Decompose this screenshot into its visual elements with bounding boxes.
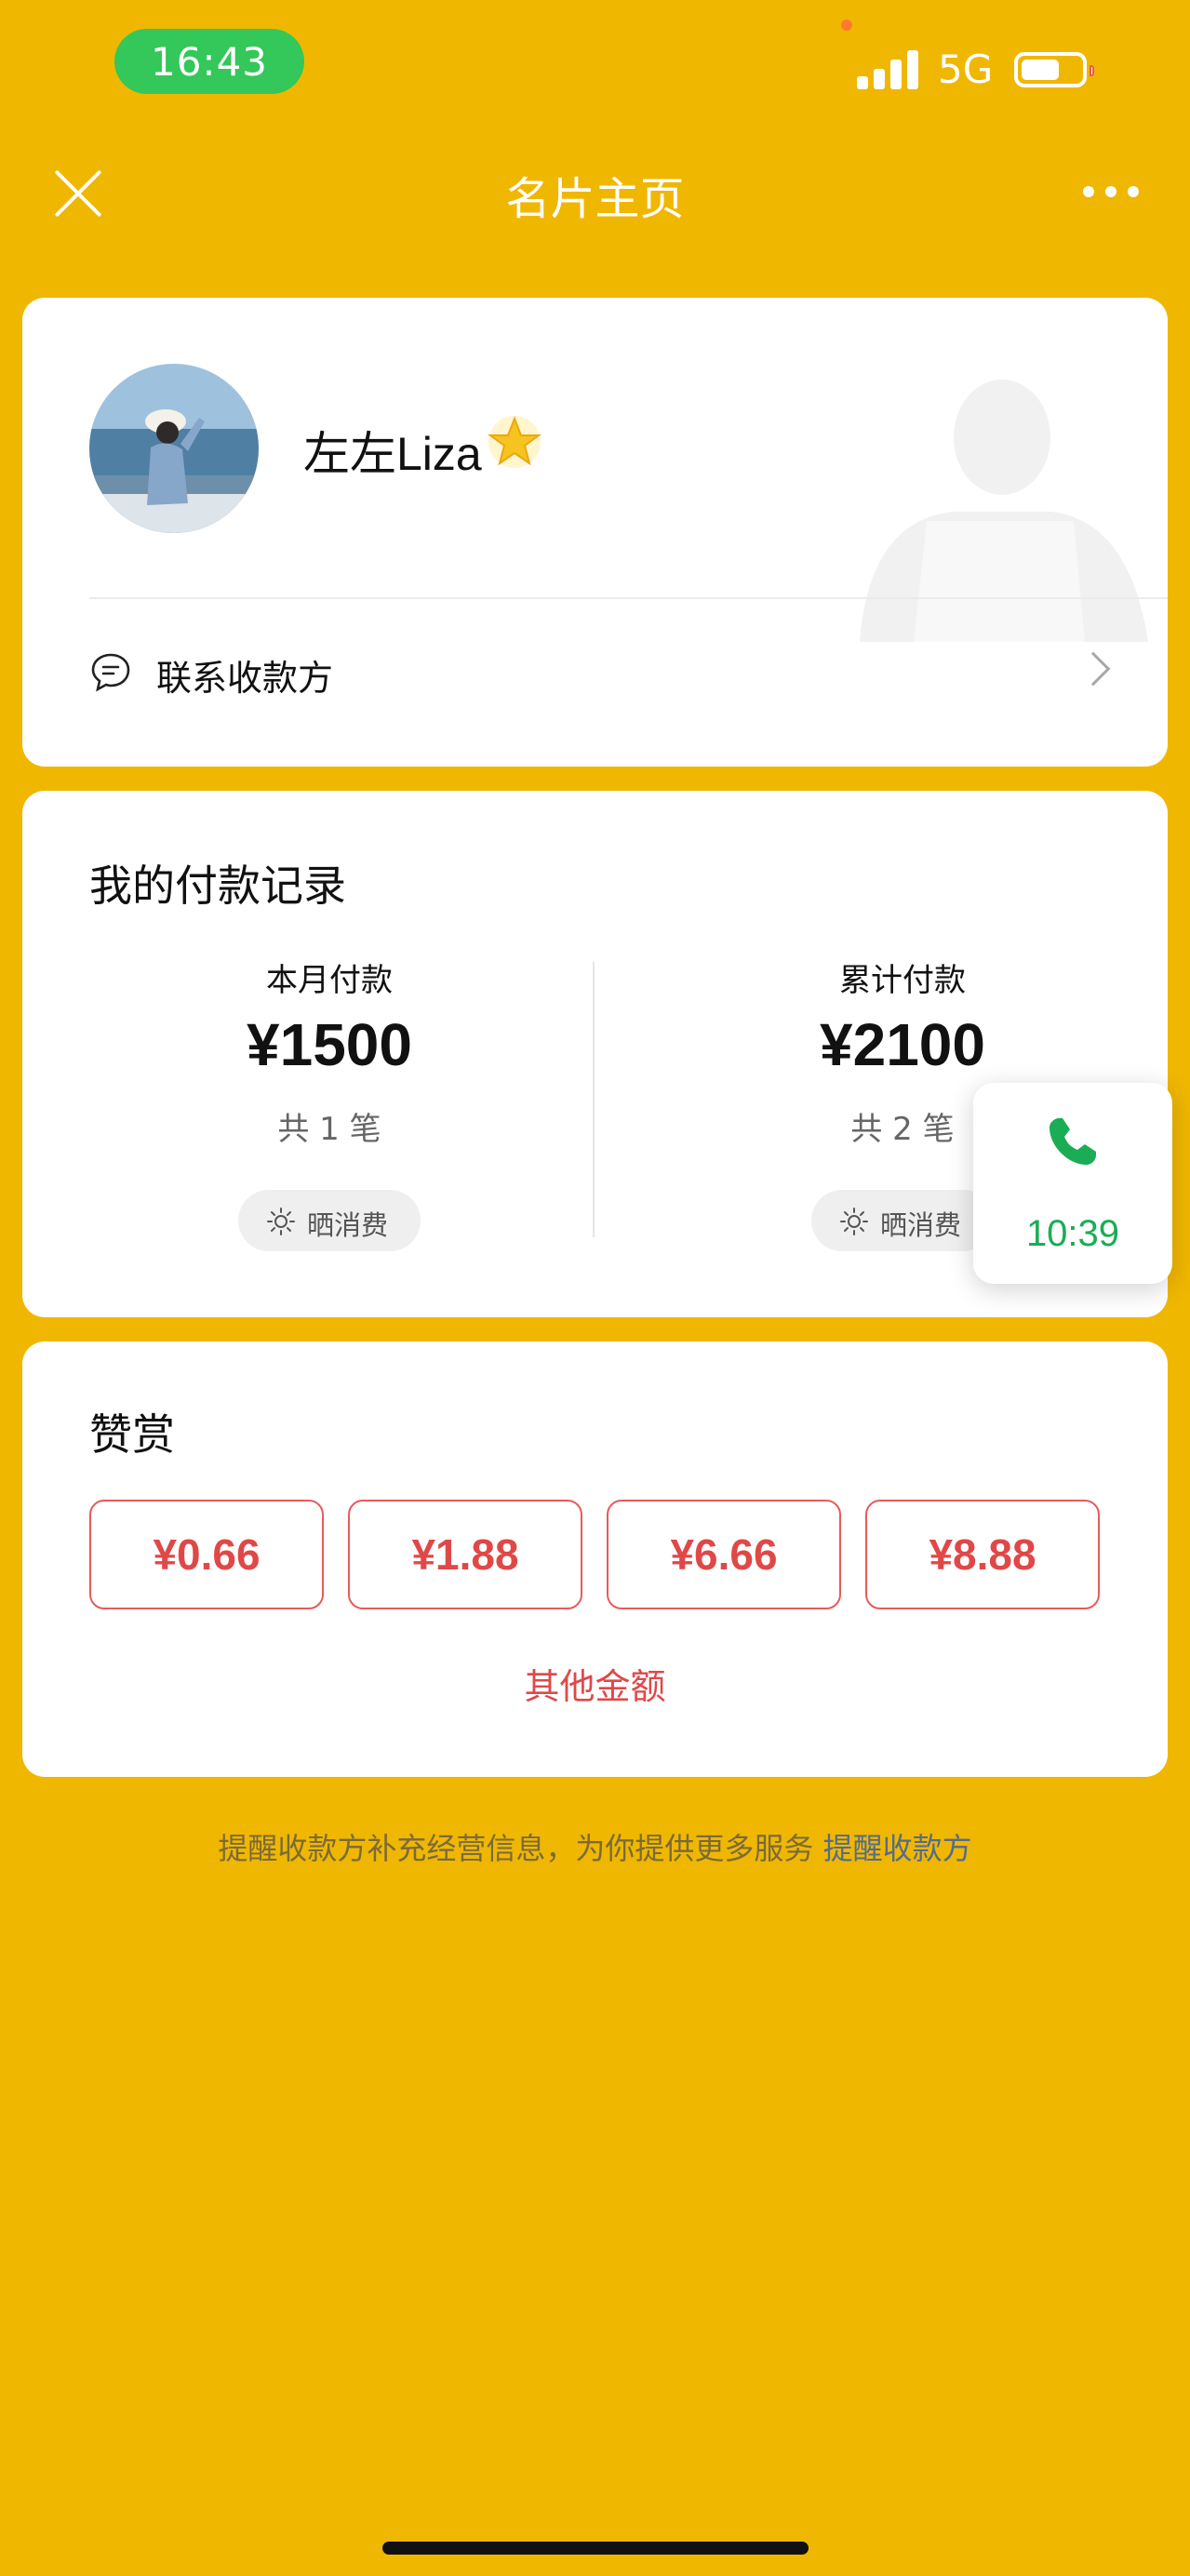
monthly-count: 共 1 笔: [277, 1111, 381, 1148]
other-amount-link[interactable]: 其他金额: [22, 1658, 1168, 1709]
reward-option-button[interactable]: ¥8.88: [865, 1500, 1100, 1609]
share-label: 晒消费: [880, 1209, 962, 1241]
chat-icon: [91, 653, 130, 692]
call-floating-window[interactable]: 10:39: [973, 1083, 1172, 1284]
sun-icon: [840, 1208, 868, 1235]
total-amount: ¥2100: [820, 1011, 985, 1078]
call-duration: 10:39: [1025, 1213, 1120, 1254]
chevron-right-icon: [1076, 651, 1111, 687]
share-spending-button[interactable]: 晒消费: [811, 1190, 994, 1251]
share-spending-button[interactable]: 晒消费: [238, 1190, 421, 1251]
profile-name: 左左Liza: [303, 428, 482, 480]
footer-text: 提醒收款方补充经营信息，为你提供更多服务: [218, 1831, 823, 1866]
signal-icon: [857, 48, 918, 89]
monthly-amount: ¥1500: [247, 1011, 412, 1078]
remind-payee-link[interactable]: 提醒收款方: [823, 1831, 972, 1866]
contact-payee-row[interactable]: 联系收款方: [22, 599, 1168, 767]
profile-card: 左左Liza 联系收款方: [22, 298, 1168, 767]
reward-title: 赞赏: [89, 1409, 175, 1460]
contact-label: 联系收款方: [156, 658, 334, 699]
total-label: 累计付款: [839, 962, 966, 999]
reward-card: 赞赏 ¥0.66 ¥1.88 ¥6.66 ¥8.88 其他金额: [22, 1341, 1168, 1777]
home-indicator[interactable]: [382, 2542, 809, 2555]
network-label: 5G: [938, 47, 994, 92]
star-icon: [487, 416, 542, 468]
status-time: 16:43: [114, 29, 304, 94]
column-divider: [593, 962, 595, 1237]
footer-note: 提醒收款方补充经营信息，为你提供更多服务 提醒收款方: [0, 1825, 1190, 1868]
more-icon[interactable]: [1083, 182, 1139, 201]
reward-option-button[interactable]: ¥1.88: [348, 1500, 582, 1609]
sun-icon: [267, 1208, 295, 1235]
share-label: 晒消费: [307, 1209, 389, 1241]
reward-option-button[interactable]: ¥0.66: [89, 1500, 324, 1609]
phone-icon: [1050, 1118, 1096, 1165]
page-title: 名片主页: [505, 173, 685, 225]
camera-indicator: [841, 20, 852, 31]
monthly-label: 本月付款: [266, 962, 393, 999]
battery-icon: [1014, 52, 1094, 87]
records-title: 我的付款记录: [89, 861, 346, 911]
avatar[interactable]: [89, 364, 259, 533]
reward-option-button[interactable]: ¥6.66: [607, 1500, 841, 1609]
